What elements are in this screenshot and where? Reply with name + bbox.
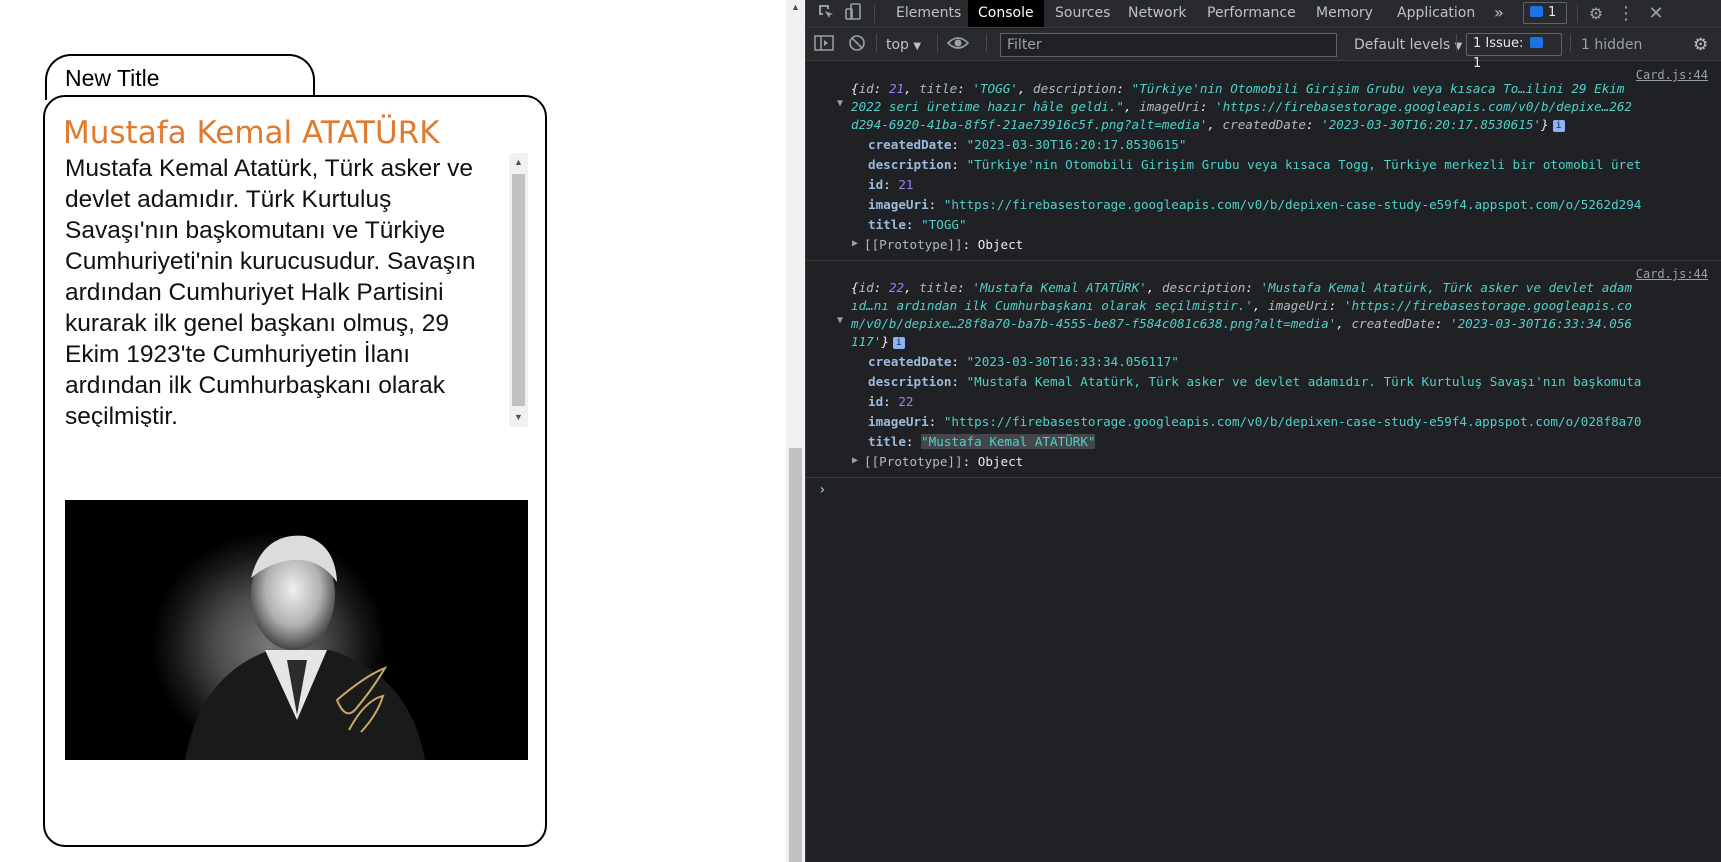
log-summary-line-1[interactable]: {id: 21, title: 'TOGG', description: "Tü… [851,80,1624,98]
card-tab-title: New Title [65,65,160,91]
log-summary-line-3: m/v0/b/depixe…28f8a70-ba7b-4555-be87-f58… [851,316,1632,331]
info-icon[interactable]: i [1552,119,1565,132]
prop-createdDate: createdDate: "2023-03-30T16:33:34.056117… [868,354,1179,369]
console-settings-gear-icon[interactable]: ⚙ [1693,34,1708,56]
web-page: New Title Mustafa Kemal ATATÜRK Mustafa … [0,0,786,862]
card-description: Mustafa Kemal Atatürk, Türk asker ve dev… [65,155,476,427]
console-output: Card.js:44 ▼ {id: 21, title: 'TOGG', des… [806,62,1721,862]
tab-network[interactable]: Network [1118,0,1196,27]
tab-sources[interactable]: Sources [1045,0,1120,27]
clear-console-icon[interactable] [848,34,866,56]
log-summary-line-3: d294-6920-41ba-8f5f-21ae73916c5f.png?alt… [851,116,1565,134]
scroll-thumb[interactable] [512,174,525,406]
more-tabs-icon[interactable]: » [1484,0,1514,27]
console-prompt[interactable]: › [818,482,826,498]
tab-performance[interactable]: Performance [1197,0,1306,27]
log-source-link[interactable]: Card.js:44 [1636,68,1708,82]
scroll-up-icon[interactable]: ▲ [509,153,528,172]
inspect-element-icon[interactable] [814,3,838,25]
log-summary-line-2: 2022 seri üretime hazır hâle geldi.", im… [851,99,1632,114]
more-options-icon[interactable]: ⋮ [1614,3,1638,25]
close-devtools-icon[interactable]: ✕ [1644,3,1668,25]
prop-imageUri: imageUri: "https://firebasestorage.googl… [868,197,1642,212]
info-icon[interactable]: i [892,336,905,349]
description-scrollbar[interactable]: ▲ ▼ [509,153,528,427]
scroll-down-icon[interactable]: ▼ [509,408,528,427]
prop-description: description: "Mustafa Kemal Atatürk, Tür… [868,374,1642,389]
log-summary-line-1[interactable]: {id: 22, title: 'Mustafa Kemal ATATÜRK',… [851,279,1632,297]
tab-console[interactable]: Console [968,0,1044,27]
live-expression-eye-icon[interactable] [946,34,970,56]
console-log-entry: Card.js:44 ▼ {id: 21, title: 'TOGG', des… [806,62,1721,261]
collapse-triangle-icon[interactable]: ▼ [837,315,843,326]
log-source-link[interactable]: Card.js:44 [1636,267,1708,281]
console-filter-input[interactable] [1000,33,1337,57]
prop-id: id: 22 [868,394,914,409]
issues-button[interactable]: 1 Issue: 1 [1466,33,1562,71]
message-icon [1530,6,1543,17]
issue-icon [1529,37,1543,48]
expand-prototype-icon[interactable]: ▶ [852,455,858,466]
devtools-tabbar: Elements Console Sources Network Perform… [806,0,1721,28]
portrait-image [65,500,528,760]
collapse-triangle-icon[interactable]: ▼ [837,98,843,109]
prop-prototype: [[Prototype]]: Object [864,454,1024,469]
log-summary-line-2: ıd…nı ardından ilk Cumhurbaşkanı olarak … [851,298,1632,313]
log-summary-line-4: 117'} i [851,333,905,351]
context-selector[interactable]: top ▼ [886,34,921,56]
tab-application[interactable]: Application [1387,0,1485,27]
messages-badge[interactable]: 1 [1523,2,1567,24]
expand-prototype-icon[interactable]: ▶ [852,238,858,249]
page-scrollbar[interactable]: ▲ [786,0,805,862]
prop-title: title: "Mustafa Kemal ATATÜRK" [868,434,1096,449]
prop-title: title: "TOGG" [868,217,967,232]
card-tab-header: New Title [45,54,315,100]
log-levels-dropdown[interactable]: Default levels ▼ [1354,34,1462,56]
prop-prototype: [[Prototype]]: Object [864,237,1024,252]
tab-memory[interactable]: Memory [1306,0,1383,27]
prop-imageUri: imageUri: "https://firebasestorage.googl… [868,414,1642,429]
console-log-entry: Card.js:44 ▼ {id: 22, title: 'Mustafa Ke… [806,261,1721,478]
page-scroll-up-icon[interactable]: ▲ [786,0,805,14]
hidden-count: 1 hidden [1581,37,1643,53]
prop-id: id: 21 [868,177,914,192]
page-scroll-thumb[interactable] [789,448,802,862]
context-chevron-down-icon: ▼ [913,41,922,52]
console-toolbar: top ▼ Default levels ▼ 1 Issue: 1 1 hidd… [806,29,1721,71]
settings-gear-icon[interactable]: ⚙ [1584,3,1608,25]
person-card: Mustafa Kemal ATATÜRK Mustafa Kemal Atat… [43,95,547,847]
devtools-panel: Elements Console Sources Network Perform… [805,0,1721,862]
prop-createdDate: createdDate: "2023-03-30T16:20:17.853061… [868,137,1187,152]
prop-description: description: "Türkiye'nin Otomobili Giri… [868,157,1642,172]
tab-elements[interactable]: Elements [886,0,971,27]
card-name: Mustafa Kemal ATATÜRK [63,115,440,151]
description-scrollbox[interactable]: Mustafa Kemal Atatürk, Türk asker ve dev… [65,153,528,427]
sidebar-toggle-icon[interactable] [814,34,834,56]
device-toolbar-icon[interactable] [842,3,866,25]
